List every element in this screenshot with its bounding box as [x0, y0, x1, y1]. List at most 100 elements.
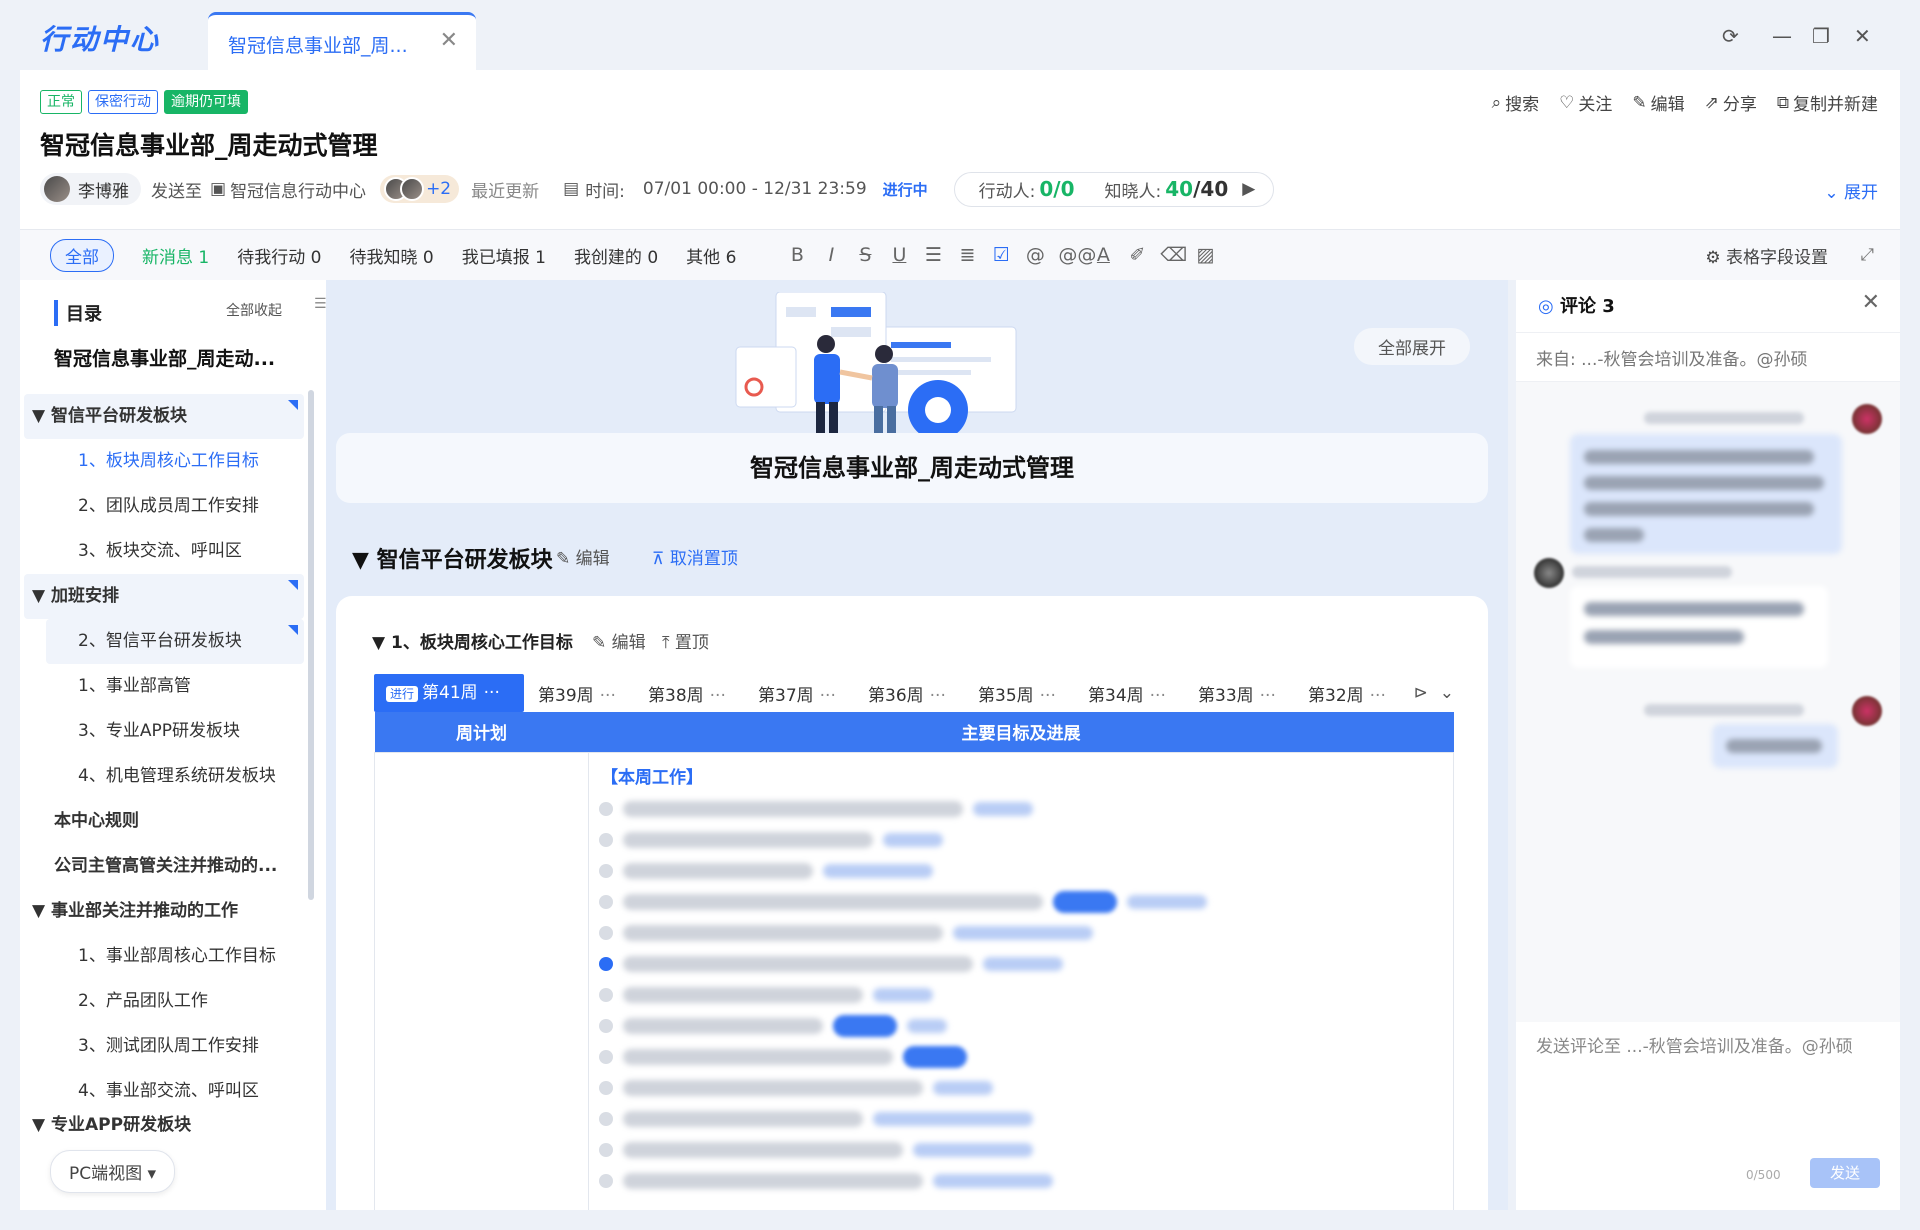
follow-button[interactable]: ♡ 关注 — [1559, 90, 1612, 116]
at-group-icon[interactable]: @@ — [1058, 244, 1096, 266]
outline-item[interactable]: 4、事业部交流、呼叫区 — [24, 1069, 304, 1114]
outline-item[interactable]: 公司主管高管关注并推动的... — [24, 844, 304, 889]
week-tab-39[interactable]: 第39周 ··· — [524, 681, 634, 706]
more-icon[interactable]: ··· — [1370, 686, 1386, 706]
sidebar-toggle-icon[interactable]: ☰ — [314, 296, 326, 318]
more-icon[interactable]: ··· — [930, 686, 946, 706]
next-week-icon[interactable]: ⊳ — [1414, 683, 1428, 703]
more-icon[interactable]: ··· — [1260, 686, 1276, 706]
outline-item[interactable]: 2、产品团队工作 — [24, 979, 304, 1024]
week-tab-35[interactable]: 第35周 ··· — [964, 681, 1074, 706]
outline-item[interactable]: 1、事业部高管 — [24, 664, 304, 709]
item-checkbox[interactable] — [599, 926, 613, 940]
more-icon[interactable]: ··· — [710, 686, 726, 706]
item-checkbox[interactable] — [599, 1081, 613, 1095]
more-icon[interactable]: ··· — [1040, 686, 1056, 706]
people-counts[interactable]: 行动人: 0/0 知晓人: 40/40 ▶ — [953, 171, 1275, 207]
numbered-list-icon[interactable]: ≣ — [956, 244, 978, 266]
at-icon[interactable]: @ — [1024, 244, 1046, 266]
recent-update[interactable]: 最近更新 — [471, 177, 539, 202]
subsection-pin-button[interactable]: ⤒ 置顶 — [662, 628, 709, 653]
italic-icon[interactable]: I — [820, 244, 842, 266]
minimize-icon[interactable]: — — [1772, 24, 1792, 48]
bold-icon[interactable]: B — [786, 244, 808, 266]
week-tab-41[interactable]: 进行 第41周 ··· — [374, 674, 524, 712]
item-checkbox[interactable] — [599, 802, 613, 816]
bullet-list-icon[interactable]: ☰ — [922, 244, 944, 266]
pc-view-dropdown[interactable]: PC端视图 ▾ — [50, 1150, 176, 1193]
search-button[interactable]: ⌕ 搜索 — [1492, 90, 1540, 116]
filter-created[interactable]: 我创建的 0 — [574, 243, 658, 268]
comment-input[interactable]: 发送评论至 ...-秋管会培训及准备。@孙硕 — [1536, 1032, 1886, 1057]
item-checkbox[interactable] — [599, 957, 613, 971]
section-unpin-button[interactable]: ⊼ 取消置顶 — [652, 544, 738, 569]
copy-new-button[interactable]: ⧉ 复制并新建 — [1777, 90, 1878, 116]
subsection-edit-button[interactable]: ✎ 编辑 — [592, 628, 646, 653]
close-comments-icon[interactable]: ✕ — [1862, 290, 1880, 315]
highlight-icon[interactable]: ✐ — [1126, 244, 1148, 266]
expand-all-button[interactable]: 全部展开 — [1354, 328, 1470, 365]
subsection-title[interactable]: ▼ 1、板块周核心工作目标 — [372, 628, 573, 653]
plan-cell[interactable] — [374, 751, 589, 1210]
filter-new-message[interactable]: 新消息 1 — [142, 243, 209, 268]
week-tab-33[interactable]: 第33周 ··· — [1184, 681, 1294, 706]
image-icon[interactable]: ▨ — [1194, 244, 1216, 266]
eraser-icon[interactable]: ⌫ — [1160, 244, 1187, 266]
item-checkbox[interactable] — [599, 1019, 613, 1033]
outline-item[interactable]: ▼ 专业APP研发板块 — [24, 1114, 304, 1136]
document-tab[interactable]: 智冠信息事业部_周... ✕ — [208, 12, 476, 70]
comment-source[interactable]: 来自: ...-秋管会培训及准备。@孙硕 — [1516, 332, 1900, 382]
outline-root[interactable]: 智冠信息事业部_周走动... — [54, 344, 304, 371]
week-tab-38[interactable]: 第38周 ··· — [634, 681, 744, 706]
sidebar-scrollbar[interactable] — [308, 390, 314, 900]
filter-pending-action[interactable]: 待我行动 0 — [237, 243, 321, 268]
item-checkbox[interactable] — [599, 1050, 613, 1064]
more-icon[interactable]: ··· — [600, 686, 616, 706]
filter-all[interactable]: 全部 — [50, 238, 114, 272]
strikethrough-icon[interactable]: S — [854, 244, 876, 266]
item-checkbox[interactable] — [599, 1174, 613, 1188]
outline-item[interactable]: 3、专业APP研发板块 — [24, 709, 304, 754]
edit-button[interactable]: ✎ 编辑 — [1632, 90, 1684, 116]
section-edit-button[interactable]: ✎ 编辑 — [556, 544, 610, 569]
checkbox-icon[interactable]: ☑ — [990, 244, 1012, 266]
outline-item[interactable]: 2、智信平台研发板块 — [46, 619, 304, 664]
item-checkbox[interactable] — [599, 1143, 613, 1157]
week-tab-32[interactable]: 第32周 ··· — [1294, 681, 1390, 706]
outline-item[interactable]: 1、事业部周核心工作目标 — [24, 934, 304, 979]
section-title[interactable]: ▼ 智信平台研发板块 — [352, 542, 553, 574]
outline-item[interactable]: 3、测试团队周工作安排 — [24, 1024, 304, 1069]
chevron-down-icon[interactable]: ⌄ — [1440, 683, 1454, 703]
font-color-icon[interactable]: A — [1092, 244, 1114, 266]
item-checkbox[interactable] — [599, 895, 613, 909]
outline-item[interactable]: ▼ 加班安排 — [24, 574, 304, 619]
item-checkbox[interactable] — [599, 864, 613, 878]
item-checkbox[interactable] — [599, 1112, 613, 1126]
more-icon[interactable]: ··· — [1150, 686, 1166, 706]
more-icon[interactable]: ··· — [484, 683, 500, 703]
outline-item[interactable]: 1、板块周核心工作目标 — [24, 439, 304, 484]
send-to-target[interactable]: 智冠信息行动中心 — [230, 177, 366, 202]
filter-other[interactable]: 其他 6 — [686, 243, 736, 268]
filter-reported[interactable]: 我已填报 1 — [462, 243, 546, 268]
refresh-icon[interactable]: ⟳ — [1722, 24, 1739, 48]
goals-cell[interactable]: 【本周工作】 — [588, 751, 1454, 1210]
item-checkbox[interactable] — [599, 833, 613, 847]
outline-item[interactable]: ▼ 事业部关注并推动的工作 — [24, 889, 304, 934]
more-icon[interactable]: ··· — [820, 686, 836, 706]
week-tab-37[interactable]: 第37周 ··· — [744, 681, 854, 706]
filter-pending-know[interactable]: 待我知晓 0 — [349, 243, 433, 268]
owner-chip[interactable]: 李博雅 — [40, 173, 141, 205]
table-settings-button[interactable]: ⚙ 表格字段设置 — [1705, 243, 1828, 268]
outline-item[interactable]: 本中心规则 — [24, 799, 304, 844]
restore-icon[interactable]: ❐ — [1812, 24, 1830, 48]
fullscreen-icon[interactable]: ⤢ — [1860, 245, 1874, 265]
close-tab-icon[interactable]: ✕ — [440, 28, 458, 53]
member-avatars[interactable]: +2 — [380, 175, 460, 203]
outline-item[interactable]: 4、机电管理系统研发板块 — [24, 754, 304, 799]
close-window-icon[interactable]: ✕ — [1854, 24, 1871, 48]
item-checkbox[interactable] — [599, 988, 613, 1002]
week-tab-34[interactable]: 第34周 ··· — [1074, 681, 1184, 706]
outline-item[interactable]: 2、团队成员周工作安排 — [24, 484, 304, 529]
week-tab-36[interactable]: 第36周 ··· — [854, 681, 964, 706]
